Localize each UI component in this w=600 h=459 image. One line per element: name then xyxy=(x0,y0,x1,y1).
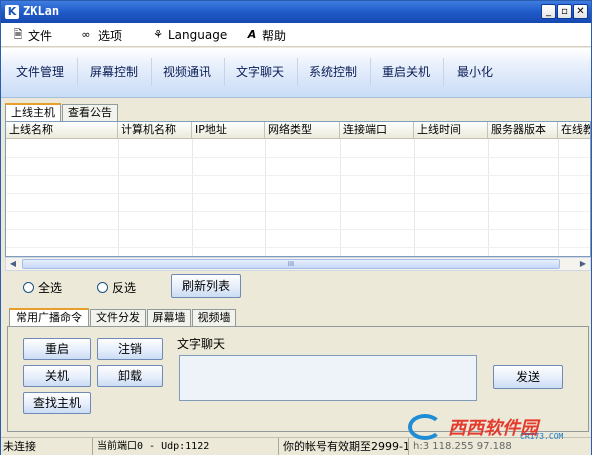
tab-video-wall[interactable]: 视频墙 xyxy=(192,309,236,327)
tab-online-hosts[interactable]: 上线主机 xyxy=(5,103,61,122)
send-button[interactable]: 发送 xyxy=(493,365,563,389)
grid-line xyxy=(6,211,590,212)
menu-language[interactable]: ⚘ Language xyxy=(151,27,227,43)
restart-button[interactable]: 重启 xyxy=(23,338,91,360)
toolbar-separator xyxy=(224,58,225,86)
text-chat-label: 文字聊天 xyxy=(177,337,226,351)
table-header: 上线名称 计算机名称 IP地址 网络类型 连接端口 上线时间 服务器版本 在线教 xyxy=(6,122,590,139)
select-all-radio[interactable]: 全选 xyxy=(23,279,62,296)
minimize-button[interactable]: _ xyxy=(541,4,556,19)
scroll-left-icon[interactable]: ◀ xyxy=(6,258,20,270)
video-call-button[interactable]: 视频通讯 xyxy=(154,56,220,88)
title-bar[interactable]: K ZKLan _ ▫ ✕ xyxy=(1,1,591,23)
column-header[interactable]: 在线教 xyxy=(558,122,590,139)
grid-line xyxy=(6,175,590,176)
tab-broadcast-commands[interactable]: 常用广播命令 xyxy=(9,308,89,327)
scrollbar-thumb[interactable]: III xyxy=(22,259,560,269)
help-icon: A xyxy=(247,28,257,41)
language-icon: ⚘ xyxy=(153,28,163,41)
command-tabs: 常用广播命令 文件分发 屏幕墙 视频墙 xyxy=(9,308,309,327)
radio-icon xyxy=(23,282,34,293)
invert-label: 反选 xyxy=(112,281,137,295)
tab-announcements[interactable]: 查看公告 xyxy=(62,104,118,122)
toolbar: 文件管理 屏幕控制 视频通讯 文字聊天 系统控制 重启关机 最小化 xyxy=(1,48,591,98)
menu-file[interactable]: 🗎 文件 xyxy=(11,27,52,43)
toolbar-separator xyxy=(297,58,298,86)
minimize-app-button[interactable]: 最小化 xyxy=(447,56,503,88)
watermark-subtext: CR173.COM xyxy=(520,432,564,441)
account-expiry-status: 你的帐号有效期至2999-12- xyxy=(283,438,409,455)
uninstall-button[interactable]: 卸载 xyxy=(97,365,163,387)
screen-control-button[interactable]: 屏幕控制 xyxy=(81,56,147,88)
shutdown-button[interactable]: 关机 xyxy=(23,365,91,387)
maximize-button[interactable]: ▫ xyxy=(557,4,572,19)
connection-status: 未连接 xyxy=(1,438,93,455)
main-window: K ZKLan _ ▫ ✕ 🗎 文件 ∞ 选项 ⚘ Language A 帮助 … xyxy=(0,0,592,455)
grid-line xyxy=(6,229,590,230)
tab-screen-wall[interactable]: 屏幕墙 xyxy=(147,309,191,327)
grid-line xyxy=(6,193,590,194)
text-chat-button[interactable]: 文字聊天 xyxy=(227,56,293,88)
scroll-right-icon[interactable]: ▶ xyxy=(576,258,590,270)
radio-icon xyxy=(97,282,108,293)
toolbar-separator xyxy=(370,58,371,86)
menu-options[interactable]: ∞ 选项 xyxy=(77,27,122,43)
menu-options-label: 选项 xyxy=(98,28,123,43)
close-button[interactable]: ✕ xyxy=(573,4,588,19)
tab-file-distribution[interactable]: 文件分发 xyxy=(90,309,146,327)
horizontal-scrollbar[interactable]: ◀ III ▶ xyxy=(5,257,591,271)
system-control-button[interactable]: 系统控制 xyxy=(300,56,366,88)
menu-help[interactable]: A 帮助 xyxy=(245,27,286,43)
invert-selection-radio[interactable]: 反选 xyxy=(97,279,136,296)
watermark: 西西软件园 CR173.COM xyxy=(408,412,586,442)
port-status: 当前端口0 - Udp:1122 xyxy=(95,438,279,455)
host-tabs: 上线主机 查看公告 xyxy=(5,103,591,122)
menubar: 🗎 文件 ∞ 选项 ⚘ Language A 帮助 xyxy=(1,23,591,47)
glasses-icon: ∞ xyxy=(81,28,91,41)
chat-message-input[interactable] xyxy=(179,355,477,401)
window-title: ZKLan xyxy=(23,4,60,18)
file-manager-button[interactable]: 文件管理 xyxy=(7,56,73,88)
select-all-label: 全选 xyxy=(38,281,63,295)
column-header[interactable]: 上线名称 xyxy=(6,122,118,139)
refresh-list-button[interactable]: 刷新列表 xyxy=(171,274,241,298)
grid-line xyxy=(6,157,590,158)
column-header[interactable]: 服务器版本 xyxy=(488,122,558,139)
toolbar-separator xyxy=(443,58,444,86)
grid-line xyxy=(6,247,590,248)
document-icon: 🗎 xyxy=(13,28,23,41)
logout-button[interactable]: 注销 xyxy=(97,338,163,360)
menu-language-label: Language xyxy=(168,28,228,42)
column-header[interactable]: 上线时间 xyxy=(414,122,488,139)
restart-shutdown-button[interactable]: 重启关机 xyxy=(373,56,439,88)
menu-help-label: 帮助 xyxy=(262,28,287,43)
column-header[interactable]: IP地址 xyxy=(192,122,265,139)
column-header[interactable]: 连接端口 xyxy=(340,122,414,139)
toolbar-separator xyxy=(77,58,78,86)
watermark-logo-icon xyxy=(408,414,442,440)
find-host-button[interactable]: 查找主机 xyxy=(23,392,91,414)
column-header[interactable]: 网络类型 xyxy=(265,122,340,139)
toolbar-separator xyxy=(151,58,152,86)
menu-file-label: 文件 xyxy=(28,28,53,43)
column-header[interactable]: 计算机名称 xyxy=(118,122,192,139)
app-icon: K xyxy=(5,5,19,19)
host-table[interactable]: 上线名称 计算机名称 IP地址 网络类型 连接端口 上线时间 服务器版本 在线教 xyxy=(5,121,591,257)
